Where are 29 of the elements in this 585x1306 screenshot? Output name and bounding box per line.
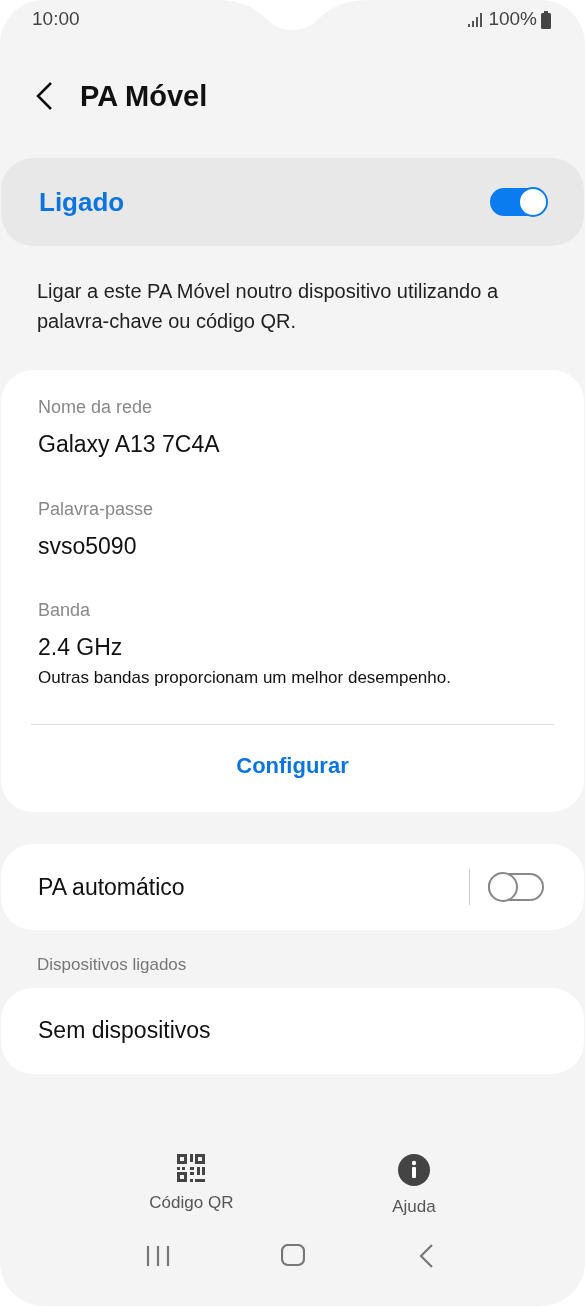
empty-message: Sem dispositivos <box>38 1016 211 1046</box>
setting-label: PA automático <box>38 872 185 902</box>
field-value: svso5090 <box>37 531 138 561</box>
info-icon <box>397 1153 430 1186</box>
switch-label: Ligado <box>39 185 125 219</box>
toggle-switch[interactable] <box>488 873 544 901</box>
page-title: PA Móvel <box>80 78 208 114</box>
action-button[interactable]: Código QR <box>143 1152 240 1220</box>
configure-button[interactable]: Configurar <box>31 724 554 812</box>
toggle-switch[interactable] <box>490 188 546 216</box>
clock-time: 10:00 <box>32 6 80 31</box>
field-label: Palavra-passe <box>37 497 155 521</box>
recent-apps-icon[interactable] <box>145 1244 170 1269</box>
field-value: 2.4 GHz <box>37 633 124 662</box>
qr-code-icon <box>177 1153 206 1182</box>
switch-row[interactable]: Ligado <box>1 158 584 246</box>
description-text: Ligar a este PA Móvel noutro dispositivo utilizando a palavra-chave ou código QR. <box>36 279 499 334</box>
signal-icon <box>468 12 485 27</box>
field-label: Banda <box>37 599 92 622</box>
field-note: Outras bandas proporcionam um melhor desempenho. <box>37 666 452 689</box>
home-icon[interactable] <box>280 1244 305 1269</box>
field-label: Nome da rede <box>37 396 154 419</box>
battery-icon <box>541 10 551 29</box>
back-button[interactable] <box>34 80 54 112</box>
field-value: Galaxy A13 7C4A <box>37 430 221 459</box>
section-heading: Dispositivos ligados <box>36 954 188 976</box>
setting-row[interactable]: PA automático <box>1 844 584 930</box>
battery-percent: 100% <box>488 6 537 31</box>
action-button[interactable]: Ajuda <box>386 1152 442 1220</box>
